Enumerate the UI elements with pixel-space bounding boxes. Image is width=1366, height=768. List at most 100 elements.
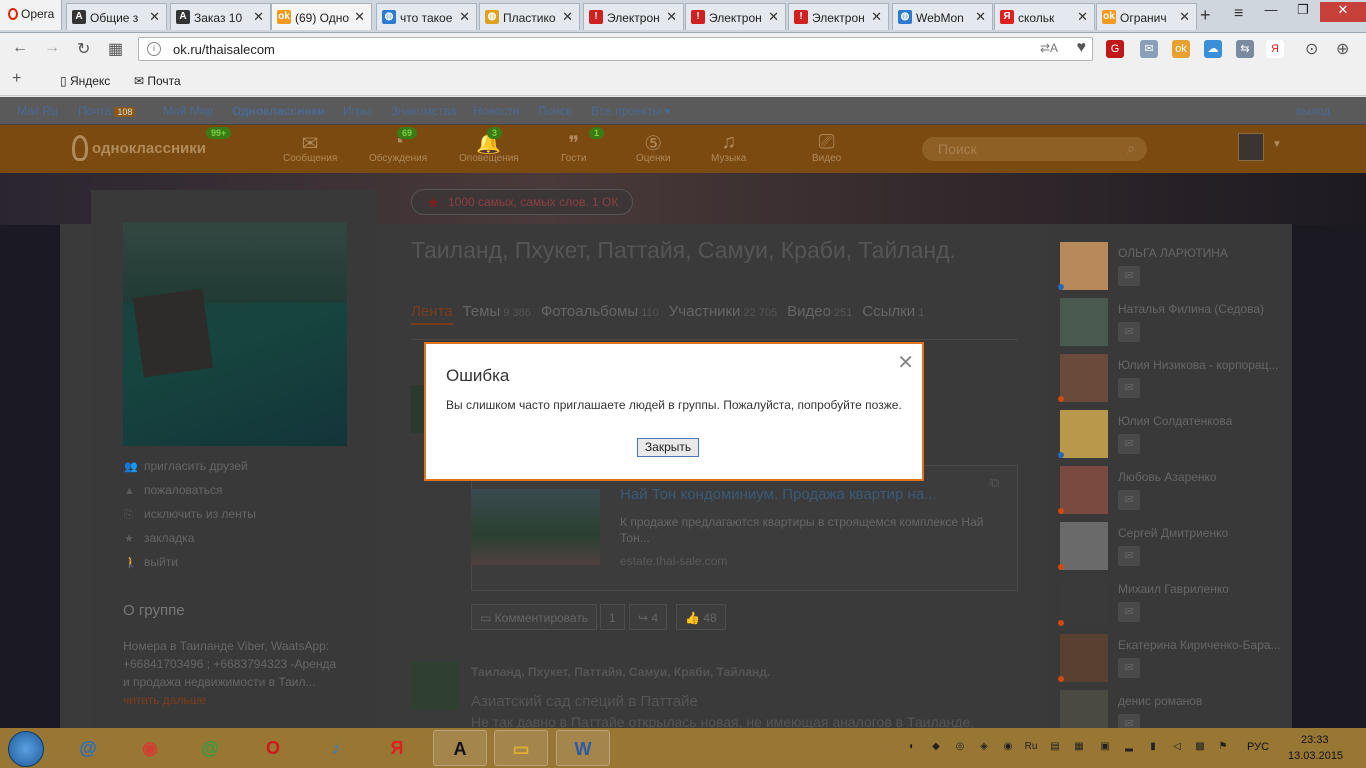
link-card-image[interactable]	[471, 489, 600, 565]
account-icon[interactable]: ⊕	[1336, 39, 1349, 59]
message-icon[interactable]: ✉	[1118, 322, 1140, 342]
tray-icon[interactable]: ▣	[1098, 740, 1112, 754]
comment-button[interactable]: ▭ Комментировать	[471, 604, 598, 630]
taskbar-app-yandex[interactable]: Я	[370, 730, 424, 766]
ok-logo[interactable]: одноклассники	[72, 135, 206, 161]
clock-time[interactable]: 23:33	[1301, 734, 1329, 746]
taskbar-app-sound[interactable]: ♪	[309, 730, 363, 766]
member-name[interactable]: Наталья Филина (Седова)	[1118, 302, 1283, 316]
tab-close-icon[interactable]: ✕	[459, 9, 470, 25]
portal-link-mailru[interactable]: Mail.Ru	[17, 104, 58, 118]
browser-tab[interactable]: ! Электрон ✕	[583, 3, 684, 30]
member-avatar[interactable]	[1060, 298, 1108, 346]
member-avatar[interactable]	[1060, 578, 1108, 626]
group-tab[interactable]: Видео 251	[787, 303, 852, 320]
tray-icon[interactable]: ◉	[1001, 740, 1015, 754]
portal-link-search[interactable]: Поиск	[538, 104, 571, 118]
portal-link-all-projects[interactable]: Все проекты ▾	[591, 104, 670, 118]
member-avatar[interactable]	[1060, 690, 1108, 728]
message-icon[interactable]: ✉	[1118, 714, 1140, 728]
message-icon[interactable]: ✉	[1118, 602, 1140, 622]
portal-link-news[interactable]: Новости	[473, 104, 519, 118]
group-action-warning[interactable]: ▲ пожаловаться	[124, 483, 222, 497]
window-close-button[interactable]: ✕	[1320, 2, 1366, 22]
browser-tab[interactable]: ok Огранич ✕	[1096, 3, 1197, 30]
member-name[interactable]: Сергей Дмитриенко	[1118, 526, 1283, 540]
chevron-down-icon[interactable]: ▼	[1272, 139, 1282, 150]
like-button[interactable]: 👍 48	[676, 604, 726, 630]
post-title[interactable]: Азиатский сад специй в Паттайе	[471, 693, 698, 710]
member-avatar[interactable]	[1060, 522, 1108, 570]
address-bar[interactable]: i ok.ru/thaisalecom ⇄A ♥	[138, 37, 1093, 61]
mail-extension-icon[interactable]: ✉	[1140, 40, 1158, 58]
bookmark-yandex[interactable]: ▯ Яндекс	[60, 74, 110, 88]
group-action-exit[interactable]: 🚶 выйти	[124, 555, 178, 569]
member-name[interactable]: Любовь Азаренко	[1118, 470, 1283, 484]
taskbar-app-chrome[interactable]: ◉	[123, 730, 177, 766]
ok-search-input[interactable]: Поиск ⌕	[922, 137, 1147, 161]
tab-close-icon[interactable]: ✕	[149, 9, 160, 25]
member-name[interactable]: Екатерина Кириченко-Бара...	[1118, 638, 1283, 652]
message-icon[interactable]: ✉	[1118, 546, 1140, 566]
tab-close-icon[interactable]: ✕	[354, 9, 365, 25]
bookmark-heart-icon[interactable]: ♥	[1077, 39, 1087, 57]
forward-icon[interactable]: →	[44, 39, 60, 57]
tab-close-icon[interactable]: ✕	[666, 9, 677, 25]
user-avatar[interactable]	[1238, 133, 1264, 161]
taskbar-app-explorer[interactable]: ▭	[494, 730, 548, 766]
ok-nav-video[interactable]: ⎚ Видео	[812, 131, 841, 164]
member-avatar[interactable]	[1060, 634, 1108, 682]
share-button[interactable]: ↪ 4	[629, 604, 668, 630]
browser-tab[interactable]: A Заказ 10 ✕	[170, 3, 271, 30]
link-card-title[interactable]: Най Тон кондоминиум. Продажа квартир на.…	[620, 486, 937, 503]
portal-link-mail[interactable]: Почта 108	[78, 104, 136, 118]
group-action-exclude[interactable]: ⎘ исключить из ленты	[124, 507, 256, 522]
tray-icon[interactable]: ▤	[1048, 740, 1062, 754]
tab-menu-icon[interactable]: ≡	[1234, 5, 1243, 23]
group-tab[interactable]: Участники 22 705	[669, 303, 777, 320]
mail-notifier-icon[interactable]: G	[1106, 40, 1124, 58]
bookmark-mail[interactable]: ✉ Почта	[134, 74, 181, 88]
member-name[interactable]: Юлия Низикова - корпорац...	[1118, 358, 1283, 372]
ok-nav-footprints[interactable]: ❞ Гости	[561, 131, 586, 164]
taskbar-app-word[interactable]: W	[556, 730, 610, 766]
browser-tab[interactable]: ! Электрон ✕	[788, 3, 889, 30]
language-indicator[interactable]: РУС	[1247, 741, 1269, 753]
message-icon[interactable]: ✉	[1118, 378, 1140, 398]
add-bookmark-icon[interactable]: +	[12, 70, 21, 88]
tab-close-icon[interactable]: ✕	[1179, 9, 1190, 25]
group-tab[interactable]: Лента	[411, 303, 453, 325]
browser-tab[interactable]: Яскольк ✕	[994, 3, 1095, 30]
taskbar-app-opera[interactable]: O	[246, 730, 300, 766]
group-action-star[interactable]: ★ закладка	[124, 531, 194, 545]
browser-tab[interactable]: ◍ Пластико ✕	[479, 3, 580, 30]
tray-icon[interactable]: ◐	[905, 740, 919, 754]
downloads-icon[interactable]: ⊙	[1305, 39, 1318, 59]
back-icon[interactable]: ←	[12, 39, 28, 57]
minimize-button[interactable]: —	[1256, 2, 1286, 22]
portal-link-myworld[interactable]: Мой Мир	[163, 104, 213, 118]
signal-icon[interactable]: ▂	[1122, 740, 1136, 754]
post-author[interactable]: Таиланд, Пхукет, Паттайя, Самуи, Краби, …	[471, 665, 770, 679]
member-avatar[interactable]	[1060, 354, 1108, 402]
network-icon[interactable]: ▩	[1193, 740, 1207, 754]
yandex-extension-icon[interactable]: Я	[1266, 40, 1284, 58]
ru-icon[interactable]: Ru	[1024, 740, 1038, 754]
reload-icon[interactable]: ↻	[77, 39, 90, 59]
external-link-icon[interactable]: ⧉	[990, 475, 999, 491]
browser-tab[interactable]: ◍ что такое ✕	[376, 3, 477, 30]
site-info-icon[interactable]: i	[147, 42, 161, 56]
member-name[interactable]: Михаил Гавриленко	[1118, 582, 1283, 596]
tab-close-icon[interactable]: ✕	[253, 9, 264, 25]
message-icon[interactable]: ✉	[1118, 434, 1140, 454]
translate-icon[interactable]: ⇄A	[1040, 41, 1058, 55]
member-name[interactable]: денис романов	[1118, 694, 1283, 708]
feed-thumbnail[interactable]	[411, 662, 459, 710]
promo-pill[interactable]: ★ 1000 самых, самых слов. 1 ОК	[411, 189, 634, 215]
comment-count[interactable]: 1	[600, 604, 625, 630]
ok-extension-icon[interactable]: ok	[1172, 40, 1190, 58]
close-icon[interactable]: ✕	[897, 350, 914, 375]
tab-close-icon[interactable]: ✕	[871, 9, 882, 25]
search-icon[interactable]: ⌕	[1127, 140, 1135, 157]
message-icon[interactable]: ✉	[1118, 658, 1140, 678]
